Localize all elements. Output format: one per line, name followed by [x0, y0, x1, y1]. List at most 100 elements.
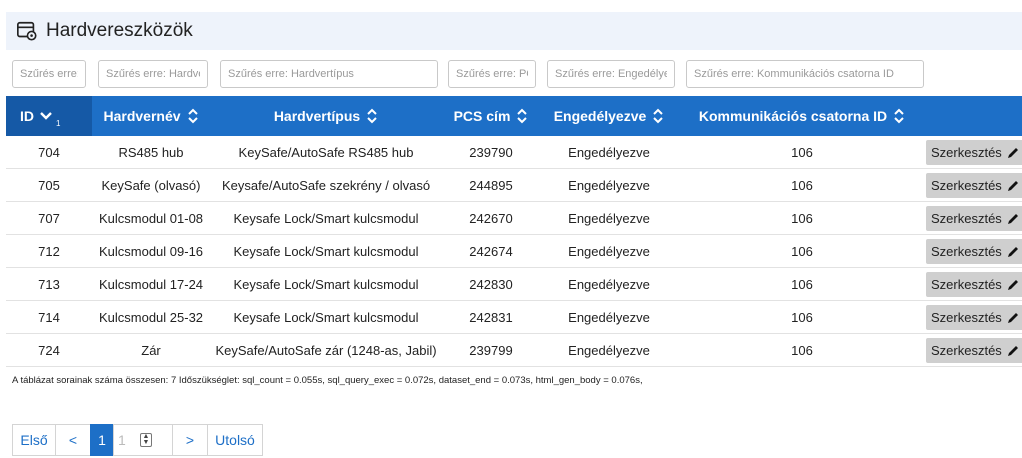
cell-pcs-address: 242830 — [469, 277, 513, 292]
edit-button[interactable]: Szerkesztés — [926, 239, 1022, 264]
sort-both-icon — [894, 108, 904, 124]
filter-id-input[interactable] — [12, 60, 86, 88]
table-body: 704 RS485 hub KeySafe/AutoSafe RS485 hub… — [6, 136, 1022, 367]
table-stats: A táblázat sorainak száma összesen: 7 Id… — [12, 375, 643, 386]
cell-pcs-address: 242670 — [469, 211, 513, 226]
column-header-id[interactable]: ID 1 — [6, 96, 92, 136]
pencil-icon — [1007, 312, 1018, 323]
column-header-label: PCS cím — [453, 108, 511, 124]
filter-enabled-input[interactable] — [547, 60, 675, 88]
filter-hardware-type-input[interactable] — [220, 60, 438, 88]
column-header-label: Kommunikációs csatorna ID — [698, 108, 888, 124]
sort-desc-icon — [40, 112, 52, 120]
current-page-button[interactable]: 1 — [90, 424, 114, 456]
cell-enabled: Engedélyezve — [568, 211, 650, 226]
page-number-input[interactable] — [116, 432, 140, 448]
pencil-icon — [1007, 147, 1018, 158]
filter-hardware-name-input[interactable] — [98, 60, 208, 88]
device-gear-icon — [17, 21, 37, 41]
column-header-label: Engedélyezve — [553, 108, 647, 124]
pencil-icon — [1007, 279, 1018, 290]
table-row: 713 Kulcsmodul 17-24 Keysafe Lock/Smart … — [6, 268, 1022, 301]
cell-id: 712 — [38, 244, 60, 259]
cell-hardware-type: KeySafe/AutoSafe zár (1248-as, Jabil) — [215, 343, 437, 358]
page-spinner-icon[interactable]: ▲ ▼ — [140, 433, 152, 447]
table-row: 712 Kulcsmodul 09-16 Keysafe Lock/Smart … — [6, 235, 1022, 268]
table-row: 704 RS485 hub KeySafe/AutoSafe RS485 hub… — [6, 136, 1022, 169]
next-page-button[interactable]: > — [172, 424, 208, 456]
cell-channel-id: 106 — [791, 310, 813, 325]
column-header-label: Hardvertípus — [273, 108, 361, 124]
column-header-channel-id[interactable]: Kommunikációs csatorna ID — [678, 96, 926, 136]
cell-hardware-type: Keysafe Lock/Smart kulcsmodul — [233, 277, 419, 292]
cell-id: 713 — [38, 277, 60, 292]
prev-page-button[interactable]: < — [55, 424, 91, 456]
cell-id: 704 — [38, 145, 60, 160]
cell-pcs-address: 244895 — [469, 178, 513, 193]
cell-hardware-name: KeySafe (olvasó) — [101, 178, 201, 193]
cell-hardware-type: KeySafe/AutoSafe RS485 hub — [238, 145, 414, 160]
cell-pcs-address: 239790 — [469, 145, 513, 160]
page-title: Hardvereszközök — [46, 20, 193, 41]
sort-both-icon — [653, 108, 664, 124]
cell-pcs-address: 242831 — [469, 310, 513, 325]
column-header-hardware-name[interactable]: Hardvernév — [92, 96, 210, 136]
cell-channel-id: 106 — [791, 244, 813, 259]
filter-pcs-address-input[interactable] — [448, 60, 536, 88]
edit-button-label: Szerkesztés — [931, 343, 1002, 358]
pencil-icon — [1007, 246, 1018, 257]
cell-enabled: Engedélyezve — [568, 244, 650, 259]
page-header: Hardvereszközök — [6, 12, 1022, 50]
sort-both-icon — [187, 108, 198, 124]
first-page-button[interactable]: Első — [12, 424, 56, 456]
edit-button-label: Szerkesztés — [931, 310, 1002, 325]
table-row: 724 Zár KeySafe/AutoSafe zár (1248-as, J… — [6, 334, 1022, 367]
cell-hardware-name: Kulcsmodul 01-08 — [98, 211, 204, 226]
cell-enabled: Engedélyezve — [568, 343, 650, 358]
column-header-label: ID — [20, 108, 34, 124]
cell-hardware-type: Keysafe Lock/Smart kulcsmodul — [233, 310, 419, 325]
edit-button[interactable]: Szerkesztés — [926, 140, 1022, 165]
cell-enabled: Engedélyezve — [568, 277, 650, 292]
cell-hardware-name: Kulcsmodul 09-16 — [98, 244, 204, 259]
cell-hardware-name: Zár — [141, 343, 161, 358]
filter-channel-id-input[interactable] — [686, 60, 924, 88]
cell-channel-id: 106 — [791, 277, 813, 292]
edit-button-label: Szerkesztés — [931, 145, 1002, 160]
table-row: 714 Kulcsmodul 25-32 Keysafe Lock/Smart … — [6, 301, 1022, 334]
cell-pcs-address: 239799 — [469, 343, 513, 358]
pencil-icon — [1007, 213, 1018, 224]
column-header-pcs-address[interactable]: PCS cím — [442, 96, 540, 136]
cell-id: 714 — [38, 310, 60, 325]
cell-id: 707 — [38, 211, 60, 226]
edit-button-label: Szerkesztés — [931, 178, 1002, 193]
cell-enabled: Engedélyezve — [568, 145, 650, 160]
cell-id: 724 — [38, 343, 60, 358]
cell-enabled: Engedélyezve — [568, 178, 650, 193]
column-header-hardware-type[interactable]: Hardvertípus — [210, 96, 442, 136]
edit-button[interactable]: Szerkesztés — [926, 173, 1022, 198]
cell-channel-id: 106 — [791, 145, 813, 160]
edit-button-label: Szerkesztés — [931, 244, 1002, 259]
cell-pcs-address: 242674 — [469, 244, 513, 259]
cell-channel-id: 106 — [791, 211, 813, 226]
cell-hardware-name: Kulcsmodul 25-32 — [98, 310, 204, 325]
edit-button[interactable]: Szerkesztés — [926, 272, 1022, 297]
table-header: ID 1 Hardvernév Hardvertípus PCS cím Eng… — [6, 96, 1022, 136]
cell-id: 705 — [38, 178, 60, 193]
edit-button[interactable]: Szerkesztés — [926, 338, 1022, 363]
cell-channel-id: 106 — [791, 343, 813, 358]
cell-hardware-type: Keysafe Lock/Smart kulcsmodul — [233, 211, 419, 226]
last-page-button[interactable]: Utolsó — [207, 424, 263, 456]
cell-hardware-type: Keysafe/AutoSafe szekrény / olvasó — [221, 178, 431, 193]
cell-channel-id: 106 — [791, 178, 813, 193]
pagination: Első < 1 ▲▼ > Utolsó — [12, 424, 263, 456]
table-row: 705 KeySafe (olvasó) Keysafe/AutoSafe sz… — [6, 169, 1022, 202]
sort-both-icon — [367, 108, 377, 124]
edit-button-label: Szerkesztés — [931, 277, 1002, 292]
table-row: 707 Kulcsmodul 01-08 Keysafe Lock/Smart … — [6, 202, 1022, 235]
filter-row — [6, 56, 1022, 94]
column-header-enabled[interactable]: Engedélyezve — [540, 96, 678, 136]
edit-button[interactable]: Szerkesztés — [926, 206, 1022, 231]
edit-button[interactable]: Szerkesztés — [926, 305, 1022, 330]
